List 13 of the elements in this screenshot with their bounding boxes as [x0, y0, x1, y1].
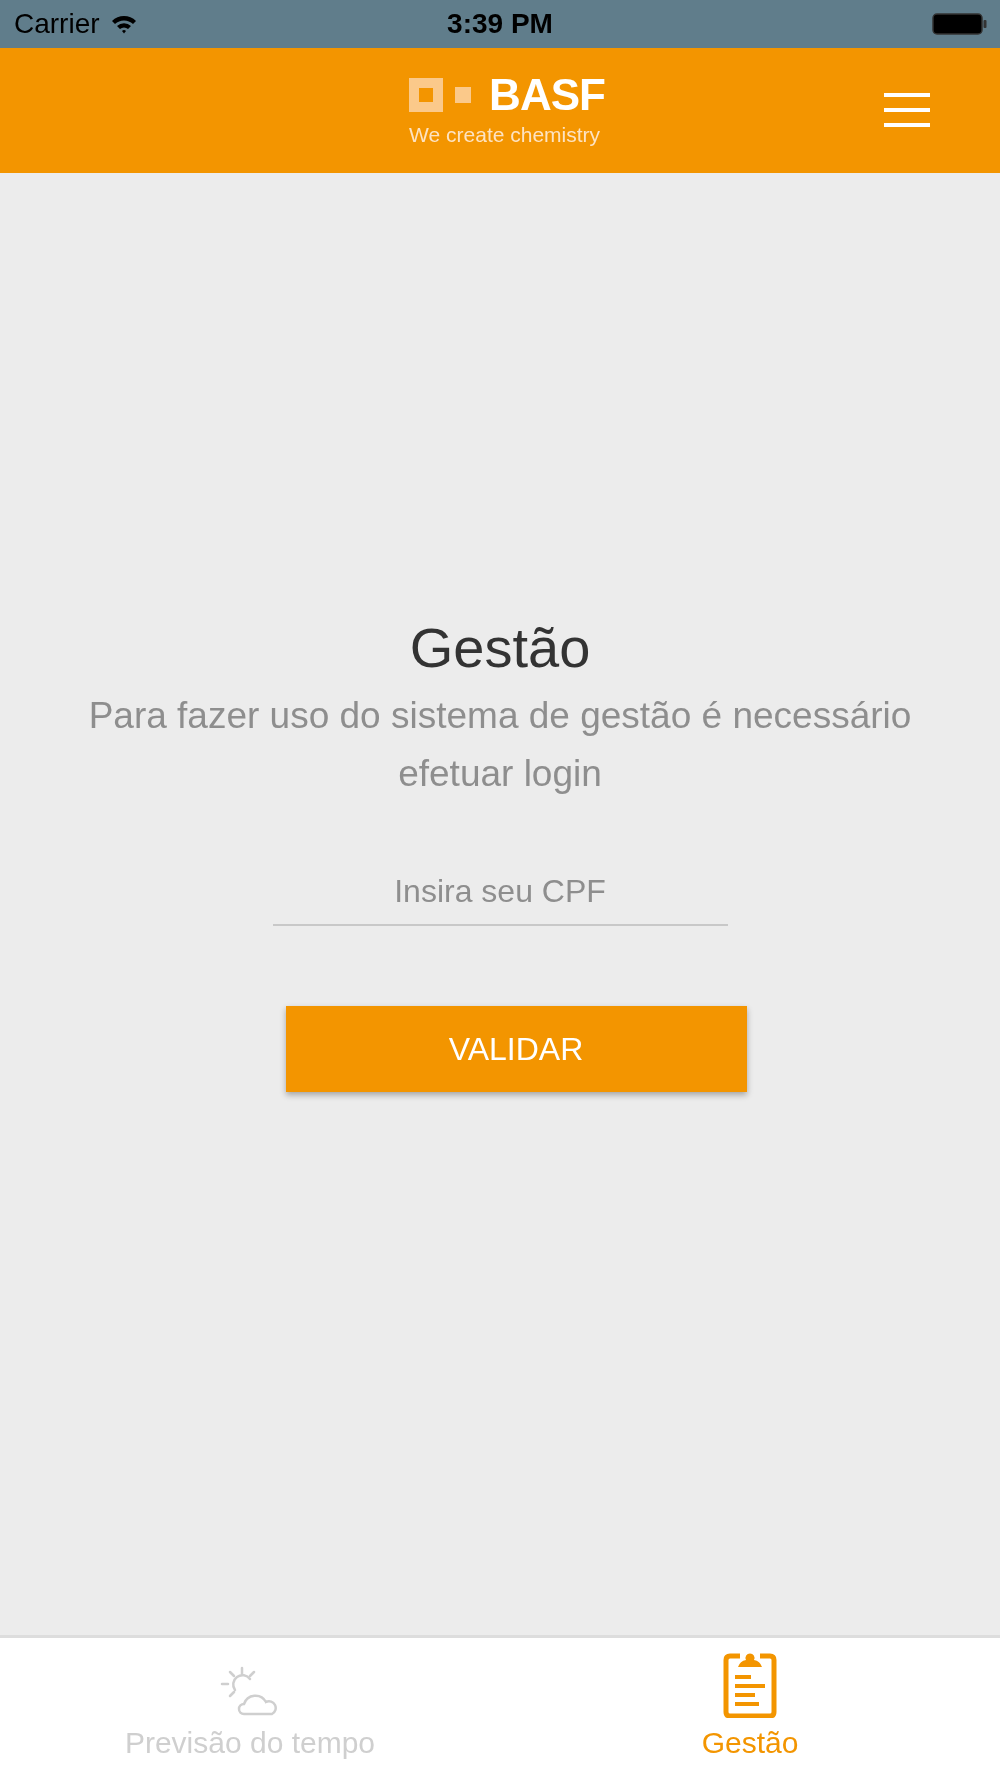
sun-cloud-icon	[220, 1666, 280, 1718]
tab-item[interactable]: Gestão	[500, 1638, 1000, 1778]
login-message: Para fazer uso do sistema de gestão é necessário efetuar login	[87, 694, 913, 796]
battery-icon	[932, 12, 988, 36]
logo-wordmark: BASF	[489, 74, 605, 115]
carrier-name: Carrier	[14, 8, 100, 40]
menu-button[interactable]	[884, 93, 930, 127]
clock-time: 3:39 PM	[447, 8, 553, 40]
menu-icon	[884, 93, 930, 127]
page-title: Gestão	[409, 615, 591, 681]
validate-button[interactable]: VALIDAR	[285, 1006, 747, 1092]
logo-tagline: We create chemistry	[409, 122, 601, 147]
cpf-field[interactable]: Insira seu CPF	[272, 867, 728, 926]
